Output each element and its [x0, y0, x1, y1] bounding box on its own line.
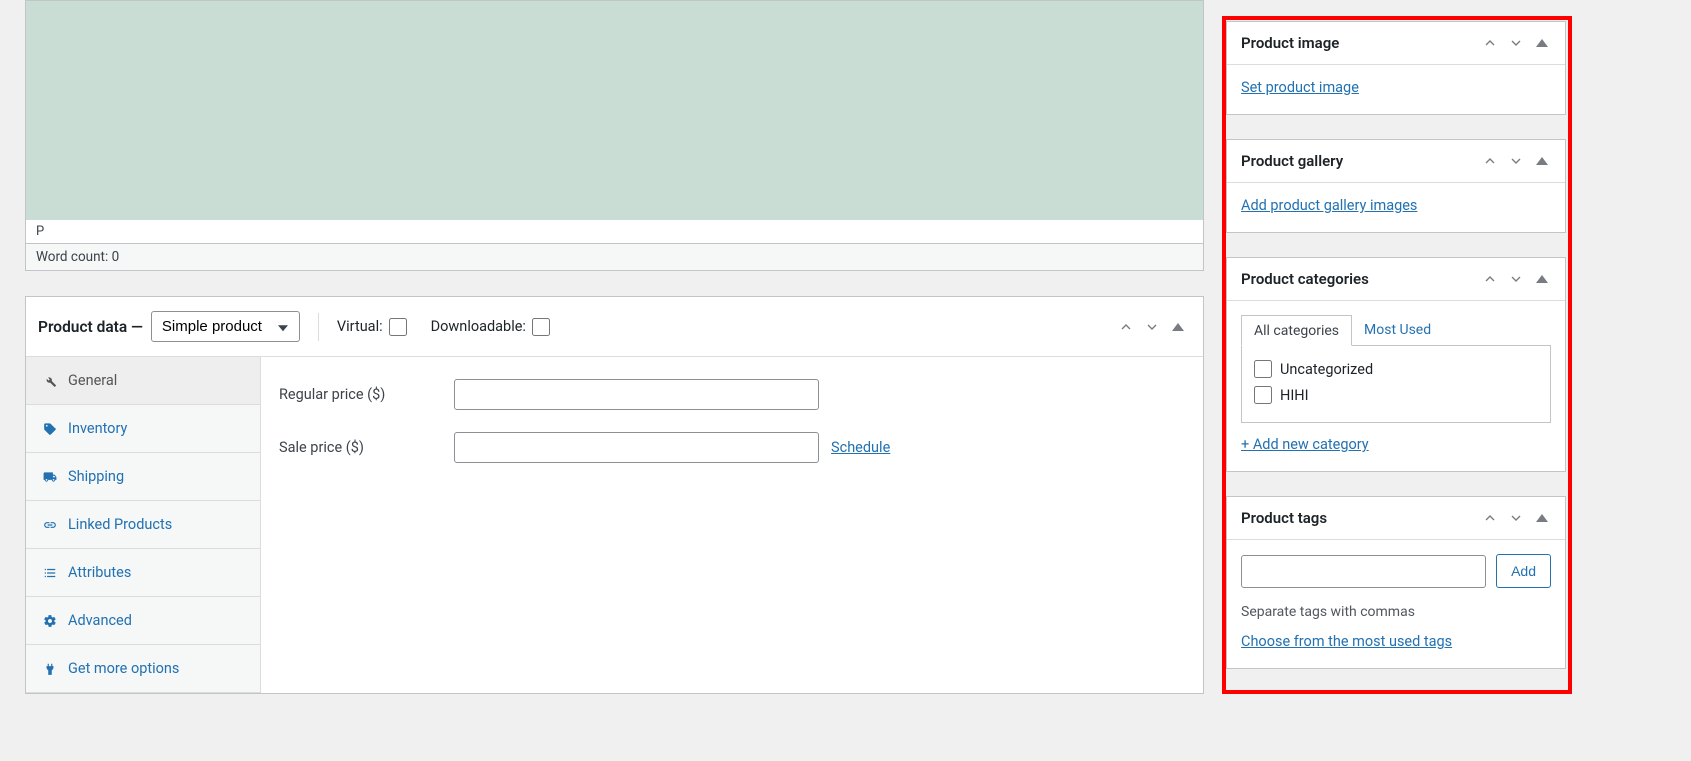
editor-word-count: Word count: 0 — [25, 244, 1204, 271]
tab-label: Attributes — [68, 564, 131, 581]
chevron-up-icon[interactable] — [1117, 318, 1135, 336]
product-categories-panel: Product categories All categories Most U… — [1226, 257, 1566, 472]
plug-icon — [42, 661, 58, 677]
sale-price-input[interactable] — [454, 432, 819, 463]
panel-toggle-icon[interactable] — [1533, 152, 1551, 170]
content-editor-area[interactable] — [25, 0, 1204, 220]
add-tag-button[interactable]: Add — [1496, 554, 1551, 588]
tab-linked-products[interactable]: Linked Products — [26, 501, 260, 549]
editor-element-path: P — [25, 220, 1204, 244]
chevron-down-icon[interactable] — [1507, 34, 1525, 52]
product-gallery-panel: Product gallery Add product gallery imag… — [1226, 139, 1566, 233]
product-type-select[interactable]: Simple product — [151, 311, 300, 342]
chevron-up-icon[interactable] — [1481, 152, 1499, 170]
link-icon — [42, 517, 58, 533]
panel-toggle-icon[interactable] — [1533, 509, 1551, 527]
regular-price-label: Regular price ($) — [279, 386, 454, 403]
category-label: Uncategorized — [1280, 361, 1373, 378]
tags-hint: Separate tags with commas — [1241, 604, 1551, 620]
tab-label: Inventory — [68, 420, 127, 437]
product-tags-panel: Product tags Add Separate tags with comm… — [1226, 496, 1566, 669]
panel-toggle-icon[interactable] — [1533, 270, 1551, 288]
category-label: HIHI — [1280, 387, 1309, 404]
product-data-panel: Product data — Simple product Virtual: D… — [25, 296, 1204, 694]
tab-shipping[interactable]: Shipping — [26, 453, 260, 501]
gear-icon — [42, 613, 58, 629]
category-checkbox-hihi[interactable] — [1254, 386, 1272, 404]
chevron-down-icon[interactable] — [1507, 152, 1525, 170]
chevron-down-icon[interactable] — [1507, 270, 1525, 288]
chevron-up-icon[interactable] — [1481, 270, 1499, 288]
category-tab-most-used[interactable]: Most Used — [1352, 315, 1443, 345]
regular-price-input[interactable] — [454, 379, 819, 410]
product-gallery-title: Product gallery — [1241, 152, 1481, 170]
virtual-checkbox[interactable] — [389, 318, 407, 336]
product-tags-title: Product tags — [1241, 509, 1481, 527]
product-image-title: Product image — [1241, 34, 1481, 52]
category-row: HIHI — [1254, 382, 1538, 408]
tab-attributes[interactable]: Attributes — [26, 549, 260, 597]
schedule-link[interactable]: Schedule — [831, 439, 890, 456]
product-data-tabs: General Inventory Shipping Linked Produc… — [26, 357, 261, 693]
category-tab-all[interactable]: All categories — [1241, 315, 1352, 346]
product-categories-title: Product categories — [1241, 270, 1481, 288]
product-data-title: Product data — — [38, 318, 143, 336]
tab-label: General — [68, 372, 117, 389]
tab-general[interactable]: General — [26, 357, 260, 405]
downloadable-checkbox[interactable] — [532, 318, 550, 336]
category-checkbox-uncategorized[interactable] — [1254, 360, 1272, 378]
product-image-panel: Product image Set product image — [1226, 21, 1566, 115]
panel-toggle-icon[interactable] — [1169, 318, 1187, 336]
tab-label: Linked Products — [68, 516, 172, 533]
tag-input[interactable] — [1241, 555, 1486, 588]
panel-toggle-icon[interactable] — [1533, 34, 1551, 52]
category-row: Uncategorized — [1254, 356, 1538, 382]
choose-most-used-tags-link[interactable]: Choose from the most used tags — [1241, 633, 1452, 650]
chevron-up-icon[interactable] — [1481, 509, 1499, 527]
chevron-down-icon[interactable] — [1143, 318, 1161, 336]
chevron-down-icon[interactable] — [1507, 509, 1525, 527]
tab-advanced[interactable]: Advanced — [26, 597, 260, 645]
truck-icon — [42, 469, 58, 485]
chevron-up-icon[interactable] — [1481, 34, 1499, 52]
sale-price-label: Sale price ($) — [279, 439, 454, 456]
tab-get-more-options[interactable]: Get more options — [26, 645, 260, 693]
downloadable-label: Downloadable: — [431, 318, 550, 336]
add-gallery-images-link[interactable]: Add product gallery images — [1241, 197, 1417, 214]
tab-label: Get more options — [68, 660, 179, 677]
add-new-category-link[interactable]: + Add new category — [1241, 436, 1369, 453]
tag-icon — [42, 421, 58, 437]
virtual-label: Virtual: — [337, 318, 407, 336]
set-product-image-link[interactable]: Set product image — [1241, 79, 1359, 96]
list-icon — [42, 565, 58, 581]
tab-label: Advanced — [68, 612, 132, 629]
tab-label: Shipping — [68, 468, 124, 485]
wrench-icon — [42, 373, 58, 389]
tab-inventory[interactable]: Inventory — [26, 405, 260, 453]
